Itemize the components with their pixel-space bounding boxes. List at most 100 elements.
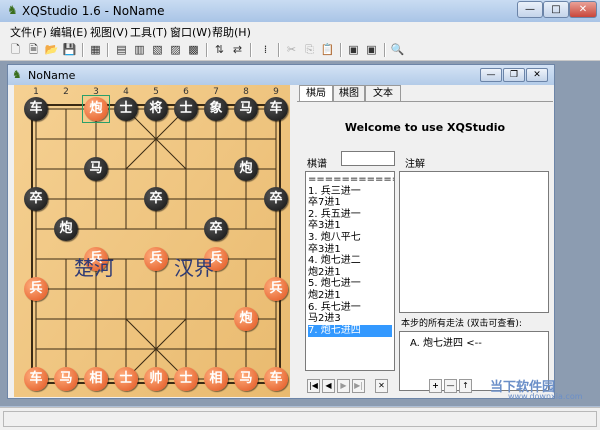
black-piece[interactable]: 卒 [144, 187, 168, 211]
comment-box[interactable] [399, 171, 549, 313]
move-item[interactable]: 卒7进1 [308, 197, 341, 209]
chess-board[interactable]: 车炮士将士象马车马炮卒卒卒炮卒兵兵兵兵兵炮车马相士帅士相马车 123456789… [14, 85, 290, 397]
file-number: 7 [213, 87, 219, 97]
red-piece[interactable]: 马 [234, 367, 258, 391]
board-icon[interactable]: ▦ [88, 42, 103, 57]
add-variation-button[interactable]: + [429, 379, 442, 393]
status-pane [3, 411, 597, 427]
red-piece[interactable]: 相 [204, 367, 228, 391]
flip-icon[interactable]: ▧ [150, 42, 165, 57]
file-number: 3 [93, 87, 99, 97]
doc-close-button[interactable]: ✕ [526, 68, 548, 82]
move-item[interactable]: =========== [308, 174, 394, 186]
book-icon[interactable]: ▣ [346, 42, 361, 57]
black-piece[interactable]: 将 [144, 97, 168, 121]
tab-text[interactable]: 文本 [365, 85, 401, 101]
toolbar-separator [250, 43, 252, 57]
black-piece[interactable]: 马 [84, 157, 108, 181]
move-item[interactable]: 1. 兵三进一 [308, 186, 361, 198]
save-icon[interactable]: 💾 [62, 42, 77, 57]
move-item[interactable]: 7. 炮七进四 [308, 324, 392, 337]
black-piece[interactable]: 炮 [54, 217, 78, 241]
tab-game[interactable]: 棋局 [299, 85, 333, 102]
open-icon[interactable]: 📂 [44, 42, 59, 57]
record-name-field[interactable] [341, 151, 395, 166]
menu-help[interactable]: 帮助(H) [212, 24, 251, 40]
variation-up-button[interactable]: ↑ [459, 379, 472, 393]
menu-tools[interactable]: 工具(T) [130, 24, 167, 40]
paste-icon[interactable]: 📋 [320, 42, 335, 57]
toolbar-separator [82, 43, 84, 57]
paste-board-icon[interactable]: ▩ [186, 42, 201, 57]
red-piece[interactable]: 士 [114, 367, 138, 391]
comment-label: 注解 [405, 159, 425, 170]
book2-icon[interactable]: ▣ [364, 42, 379, 57]
import-icon[interactable]: ▤ [114, 42, 129, 57]
move-item[interactable]: 6. 兵七进一 [308, 302, 361, 314]
export-icon[interactable]: ▥ [132, 42, 147, 57]
file-number: 2 [63, 87, 69, 97]
close-button[interactable]: ✕ [569, 1, 597, 18]
red-piece[interactable]: 车 [264, 367, 288, 391]
variation-label: 本步的所有走法 (双击可查看): [401, 319, 522, 329]
new-doc-icon[interactable]: 🗎 [26, 42, 41, 57]
file-number: 4 [123, 87, 129, 97]
first-move-button[interactable]: |◀ [307, 379, 320, 393]
red-piece[interactable]: 马 [54, 367, 78, 391]
move-item[interactable]: 马2进3 [308, 313, 341, 325]
black-piece[interactable]: 卒 [24, 187, 48, 211]
maximize-button[interactable]: □ [543, 1, 569, 18]
prev-move-button[interactable]: ◀ [322, 379, 335, 393]
red-piece[interactable]: 帅 [144, 367, 168, 391]
black-piece[interactable]: 炮 [234, 157, 258, 181]
menu-view[interactable]: 视图(V) [90, 24, 128, 40]
new-icon[interactable]: 🗋 [8, 42, 23, 57]
black-piece[interactable]: 车 [264, 97, 288, 121]
swap-horizontal-icon[interactable]: ⇄ [230, 42, 245, 57]
analysis-icon[interactable]: ⁞ [258, 42, 273, 57]
doc-minimize-button[interactable]: — [480, 68, 502, 82]
move-item[interactable]: 5. 炮七进一 [308, 278, 361, 290]
doc-restore-button[interactable]: ❐ [503, 68, 525, 82]
red-piece[interactable]: 士 [174, 367, 198, 391]
move-item[interactable]: 卒3进1 [308, 244, 341, 256]
tab-underline [297, 101, 553, 102]
move-item[interactable]: 炮2进1 [308, 290, 341, 302]
red-piece[interactable]: 兵 [144, 247, 168, 271]
move-item[interactable]: 卒3进1 [308, 220, 341, 232]
preview-icon[interactable]: 🔍 [390, 42, 405, 57]
black-piece[interactable]: 卒 [264, 187, 288, 211]
move-item[interactable]: 4. 炮七进二 [308, 255, 361, 267]
menu-edit[interactable]: 编辑(E) [50, 24, 88, 40]
red-piece[interactable]: 相 [84, 367, 108, 391]
swap-vertical-icon[interactable]: ⇅ [212, 42, 227, 57]
variation-item[interactable]: A. 炮七进四 <-- [410, 334, 482, 349]
copy-icon[interactable]: ⎘ [302, 42, 317, 57]
delete-move-button[interactable]: ✕ [375, 379, 388, 393]
black-piece[interactable]: 士 [114, 97, 138, 121]
red-piece[interactable]: 炮 [234, 307, 258, 331]
cut-icon[interactable]: ✂ [284, 42, 299, 57]
minimize-button[interactable]: — [517, 1, 543, 18]
black-piece[interactable]: 卒 [204, 217, 228, 241]
black-piece[interactable]: 士 [174, 97, 198, 121]
red-piece[interactable]: 车 [24, 367, 48, 391]
move-item[interactable]: 3. 炮八平七 [308, 232, 361, 244]
next-move-button[interactable]: ▶ [337, 379, 350, 393]
document-window: ♞ NoName — ❐ ✕ 车炮士将士象马车马炮卒卒卒炮卒兵兵兵兵兵炮车马相士… [7, 64, 555, 399]
menu-window[interactable]: 窗口(W) [170, 24, 211, 40]
last-move-button[interactable]: ▶| [352, 379, 365, 393]
red-piece[interactable]: 兵 [264, 277, 288, 301]
move-item[interactable]: 2. 兵五进一 [308, 209, 361, 221]
red-piece[interactable]: 兵 [24, 277, 48, 301]
move-item[interactable]: 炮2进1 [308, 267, 341, 279]
black-piece[interactable]: 车 [24, 97, 48, 121]
move-list[interactable]: =========== 1. 兵三进一 卒7进1 2. 兵五进一 卒3进1 3. 炮八… [305, 171, 395, 371]
black-piece[interactable]: 马 [234, 97, 258, 121]
tab-diagram[interactable]: 棋图 [333, 85, 365, 101]
watermark-url: www.downxia.com [508, 392, 583, 401]
remove-variation-button[interactable]: — [444, 379, 457, 393]
copy-board-icon[interactable]: ▨ [168, 42, 183, 57]
black-piece[interactable]: 象 [204, 97, 228, 121]
menu-file[interactable]: 文件(F) [10, 24, 47, 40]
